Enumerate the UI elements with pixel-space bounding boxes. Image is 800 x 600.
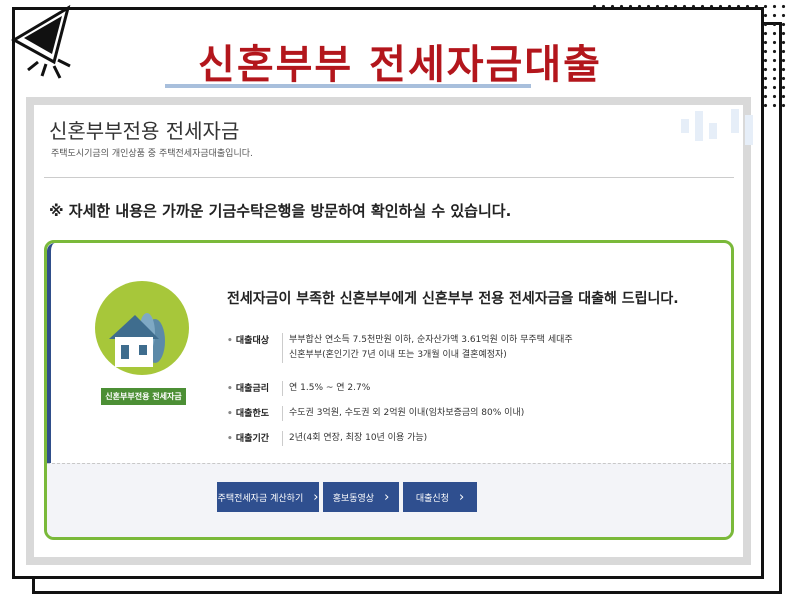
divider [44, 177, 734, 178]
promo-video-button[interactable]: 홍보동영상 › [323, 482, 399, 512]
info-value-line: 신혼부부(혼인기간 7년 이내 또는 3개월 이내 결혼예정자) [289, 350, 507, 360]
notice-text: ※ 자세한 내용은 가까운 기금수탁은행을 방문하여 확인하실 수 있습니다. [49, 202, 512, 220]
title-underline [165, 84, 531, 88]
loan-info-card: 신혼부부전용 전세자금 전세자금이 부족한 신혼부부에게 신혼부부 전용 전세자… [44, 240, 734, 540]
house-icon [109, 313, 165, 367]
chevron-right-icon: › [458, 489, 465, 505]
screenshot-frame: 신혼부부전용 전세자금 주택도시기금의 개인상품 중 주택전세자금대출입니다. … [26, 97, 753, 565]
info-value-line: 2년(4회 연장, 최장 10년 이용 가능) [289, 433, 428, 443]
page-heading: 신혼부부전용 전세자금 [49, 119, 240, 143]
info-value: 2년(4회 연장, 최장 10년 이용 가능) [282, 431, 427, 446]
info-value-line: 부부합산 연소득 7.5천만원 이하, 순자산가액 3.61억원 이하 무주택 … [289, 335, 573, 345]
info-label: 대출한도 [227, 406, 277, 419]
info-label: 대출기간 [227, 431, 277, 444]
button-label: 홍보동영상 [332, 493, 375, 504]
card-title: 전세자금이 부족한 신혼부부에게 신혼부부 전용 전세자금을 대출해 드립니다. [227, 291, 679, 307]
web-page-panel: 신혼부부전용 전세자금 주택도시기금의 개인상품 중 주택전세자금대출입니다. … [34, 105, 753, 557]
chevron-right-icon: › [313, 489, 319, 505]
info-value: 수도권 3억원, 수도권 외 2억원 이내(임차보증금의 80% 이내) [282, 406, 524, 421]
info-value-line: 연 1.5% ~ 연 2.7% [289, 383, 371, 393]
watermark-graphic [681, 109, 753, 145]
calculate-loan-button[interactable]: 주택전세자금 계산하기 › [217, 482, 319, 512]
page-subtitle: 주택도시기금의 개인상품 중 주택전세자금대출입니다. [51, 149, 253, 159]
card-footer: 주택전세자금 계산하기 › 홍보동영상 › 대출신청 › [47, 463, 731, 537]
info-value-line: 수도권 3억원, 수도권 외 2억원 이내(임차보증금의 80% 이내) [289, 408, 525, 418]
info-label: 대출금리 [227, 381, 277, 394]
badge-label: 신혼부부전용 전세자금 [101, 388, 186, 405]
button-label: 주택전세자금 계산하기 [217, 493, 304, 504]
chevron-right-icon: › [384, 489, 390, 505]
button-label: 대출신청 [415, 493, 449, 504]
info-value: 부부합산 연소득 7.5천만원 이하, 순자산가액 3.61억원 이하 무주택 … [282, 333, 573, 363]
info-value: 연 1.5% ~ 연 2.7% [282, 381, 370, 396]
loan-badge-circle [95, 281, 189, 375]
apply-loan-button[interactable]: 대출신청 › [403, 482, 477, 512]
info-label: 대출대상 [227, 333, 277, 346]
slide-title: 신혼부부 전세자금대출 [198, 42, 602, 88]
